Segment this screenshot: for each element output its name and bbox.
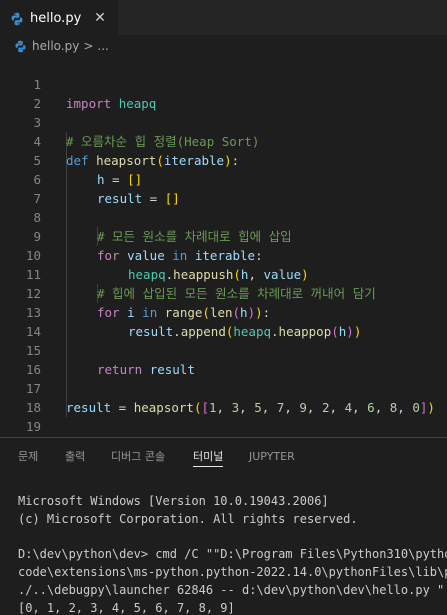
breadcrumb-symbols[interactable]: ... xyxy=(97,39,108,53)
code-line: 7 xyxy=(0,170,447,206)
terminal-line: Microsoft Windows [Version 10.0.19043.20… xyxy=(18,494,329,508)
tab-output[interactable]: 출력 xyxy=(65,438,85,473)
terminal-line: ./..\debugpy\launcher 62846 -- d:\dev\py… xyxy=(18,583,445,597)
code-line: 3 # 오름차순 힙 정렬(Heap Sort) xyxy=(0,94,447,149)
tab-problems[interactable]: 문제 xyxy=(18,438,38,473)
terminal-line: (c) Microsoft Corporation. All rights re… xyxy=(18,512,358,526)
bottom-panel: 문제 출력 디버그 콘솔 터미널 JUPYTER Microsoft Windo… xyxy=(0,437,447,615)
terminal-line: [0, 1, 2, 3, 4, 5, 6, 7, 8, 9] xyxy=(18,601,235,615)
code-line: 10 heapq.heappush(h, value) xyxy=(0,227,447,282)
editor-tab-bar: hello.py ✕ xyxy=(0,0,447,35)
code-line: 13 result.append(heapq.heappop(h)) xyxy=(0,284,447,339)
breadcrumb: hello.py > ... xyxy=(0,35,447,57)
code-line: 17 result = heapsort([1, 3, 5, 7, 9, 2, … xyxy=(0,360,447,415)
tab-terminal-label: 터미널 xyxy=(193,450,224,463)
panel-tab-bar: 문제 출력 디버그 콘솔 터미널 JUPYTER xyxy=(0,438,447,473)
code-line: 8 # 모든 원소를 차례대로 힙에 삽입 xyxy=(0,189,447,244)
editor-tab-hello-py[interactable]: hello.py ✕ xyxy=(0,0,118,35)
active-tab-indicator xyxy=(193,466,224,467)
code-line: 18 xyxy=(0,379,447,415)
breadcrumb-file[interactable]: hello.py xyxy=(32,39,79,53)
code-line: 12 for i in range(len(h)): xyxy=(0,265,447,320)
terminal-line: D:\dev\python\dev> cmd /C ""D:\Program F… xyxy=(18,547,447,561)
vscode-window: hello.py ✕ hello.py > ... 1 import heapq… xyxy=(0,0,447,615)
tab-filename: hello.py xyxy=(30,10,82,26)
python-file-icon xyxy=(14,40,27,53)
code-line: 15 return result xyxy=(0,322,447,377)
python-file-icon xyxy=(10,11,24,26)
code-line: 1 import heapq xyxy=(0,56,447,111)
code-line: 20 xyxy=(0,417,447,453)
code-line: 5 h = [] xyxy=(0,132,447,187)
breadcrumb-separator: > xyxy=(83,39,94,53)
tab-terminal[interactable]: 터미널 xyxy=(193,438,224,473)
code-line: 19 print(result) xyxy=(0,398,447,453)
code-editor[interactable]: 1 import heapq 2 3 # 오름차순 힙 정렬(Heap Sort… xyxy=(0,56,447,453)
code-line: 4 def heapsort(iterable): xyxy=(0,113,447,168)
code-line: 9 for value in iterable: xyxy=(0,208,447,263)
terminal-line: code\extensions\ms-python.python-2022.14… xyxy=(18,565,447,579)
code-line: 16 xyxy=(0,341,447,377)
code-line: 2 xyxy=(0,75,447,111)
code-line: 14 xyxy=(0,303,447,339)
code-line: 6 result = [] xyxy=(0,151,447,206)
tab-debug-console[interactable]: 디버그 콘솔 xyxy=(111,438,165,473)
code-line: 11 # 힙에 삽입된 모든 원소를 차례대로 꺼내어 담기 xyxy=(0,246,447,301)
tab-jupyter[interactable]: JUPYTER xyxy=(249,438,295,473)
close-icon[interactable]: ✕ xyxy=(92,10,108,26)
